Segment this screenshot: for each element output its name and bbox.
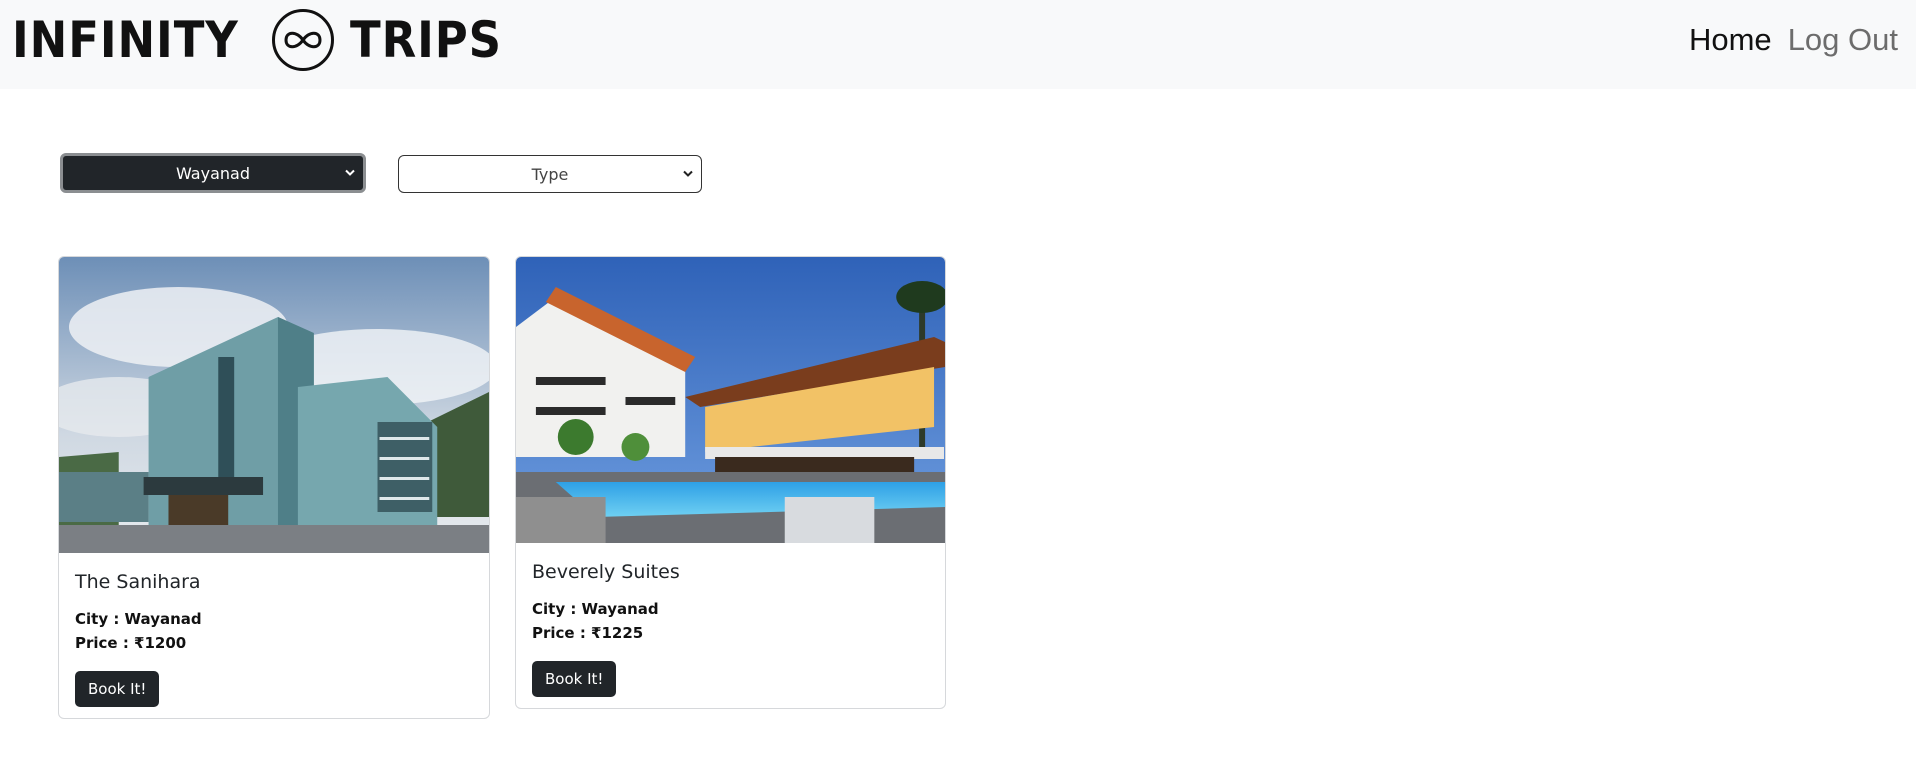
hotel-image (59, 257, 489, 553)
card-body: The Sanihara City : Wayanad Price : ₹120… (59, 553, 489, 718)
hotel-card: Beverely Suites City : Wayanad Price : ₹… (515, 256, 946, 709)
type-select[interactable]: Type (398, 155, 702, 193)
brand-logo[interactable]: INFINITY TRIPS (12, 8, 519, 72)
chevron-down-icon (683, 168, 693, 181)
book-button[interactable]: Book It! (532, 661, 617, 697)
hotel-image (516, 257, 945, 543)
hotel-price: Price : ₹1225 (532, 624, 644, 642)
hotel-city: City : Wayanad (532, 600, 659, 618)
brand-word-trips: TRIPS (349, 11, 502, 69)
book-button[interactable]: Book It! (75, 671, 160, 707)
hotel-city: City : Wayanad (75, 610, 202, 628)
hotel-price: Price : ₹1200 (75, 634, 187, 652)
brand-word-infinity: INFINITY (12, 11, 239, 69)
city-select[interactable]: Wayanad (60, 153, 366, 193)
card-body: Beverely Suites City : Wayanad Price : ₹… (516, 543, 945, 708)
navbar: INFINITY TRIPS Home Log Out (0, 0, 1916, 89)
nav-home-link[interactable]: Home (1689, 22, 1772, 58)
infinity-icon (271, 9, 334, 71)
chevron-down-icon (345, 167, 355, 180)
hotel-card: The Sanihara City : Wayanad Price : ₹120… (58, 256, 490, 719)
hotel-name: Beverely Suites (532, 561, 680, 583)
hotel-name: The Sanihara (75, 571, 201, 593)
type-select-value: Type (531, 164, 569, 184)
nav-logout-link[interactable]: Log Out (1788, 22, 1898, 58)
nav-links: Home Log Out (1689, 22, 1898, 58)
city-select-value: Wayanad (176, 163, 250, 183)
